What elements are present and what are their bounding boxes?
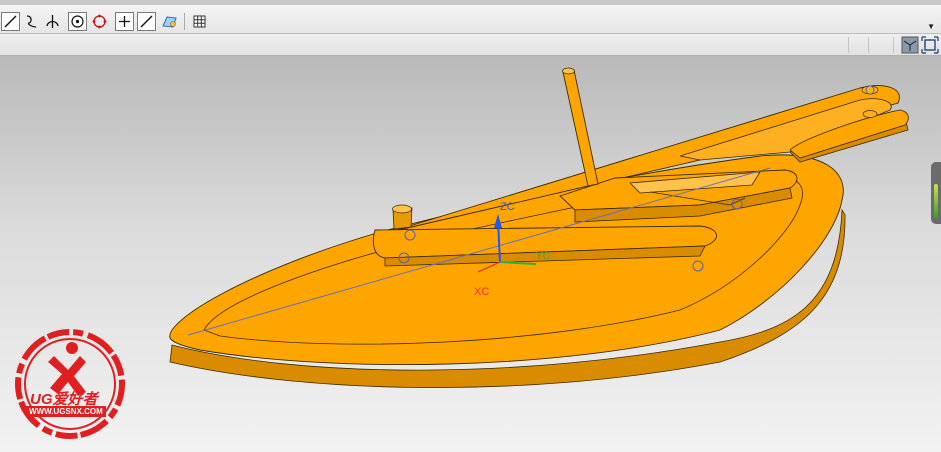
shaded-view-icon[interactable] [901, 36, 919, 54]
point-plus-icon[interactable] [115, 12, 134, 31]
circle-icon[interactable] [90, 12, 109, 31]
x-axis-label: XC [474, 286, 490, 298]
toolbar-overflow-arrow-icon[interactable]: ▼ [927, 22, 935, 31]
part-model [169, 67, 909, 388]
z-axis-label: ZC [500, 201, 515, 213]
circle-center-icon[interactable] [68, 12, 87, 31]
line-icon[interactable] [1, 12, 20, 31]
fit-view-icon[interactable] [921, 36, 939, 54]
toolbar-separator [893, 37, 894, 53]
sketch-toolbar: ▼ [0, 0, 941, 34]
y-axis-label: YC [536, 251, 550, 262]
grid-icon[interactable] [190, 12, 209, 31]
ugsnx-watermark-logo: UG爱好者 WWW.UGSNX.COM [10, 326, 130, 444]
line-diagonal-icon[interactable] [137, 12, 156, 31]
watermark-url-text: WWW.UGSNX.COM [26, 406, 106, 417]
fillet-icon[interactable] [43, 12, 62, 31]
toolbar-separator [868, 37, 869, 53]
toolbar-separator [184, 13, 185, 30]
arc-icon[interactable] [22, 12, 41, 31]
toolbar-separator [848, 37, 849, 53]
surface-icon[interactable] [160, 12, 179, 31]
view-toolbar [0, 34, 941, 56]
view-scroll-handle[interactable] [931, 162, 941, 224]
graphics-viewport[interactable]: ZC YC XC UG爱好者 WWW.UGSNX.COM [0, 56, 941, 452]
scroll-fill-indicator [934, 184, 938, 218]
